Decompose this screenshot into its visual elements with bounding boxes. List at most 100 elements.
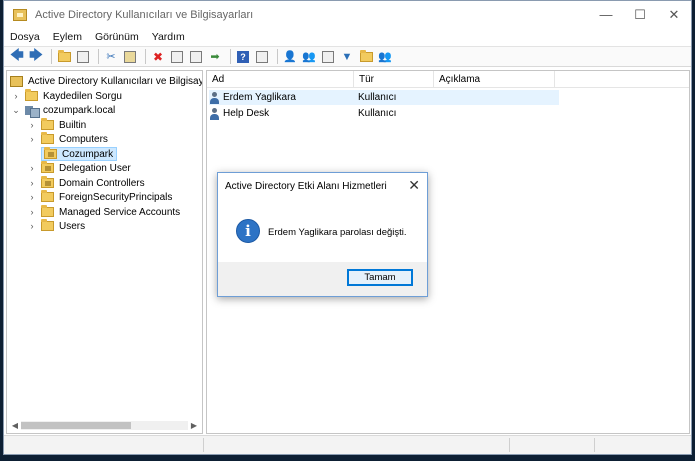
window-controls: — ☐ ✕ (589, 1, 691, 28)
up-folder-icon[interactable] (56, 49, 72, 65)
find-icon[interactable] (358, 49, 374, 65)
toolbar-separator (98, 49, 99, 64)
chevron-right-icon[interactable]: › (11, 91, 21, 101)
ou-folder-icon (44, 147, 57, 159)
window-title: Active Directory Kullanıcıları ve Bilgis… (35, 8, 254, 21)
info-icon: i (236, 219, 260, 243)
menu-yardim[interactable]: Yardım (152, 31, 185, 43)
toolbar: 🡄 🡆 ✂ ✖ ➡ ? 👤 👥 ▼ 👥 (4, 46, 691, 67)
scroll-left-icon[interactable]: ◀ (9, 421, 21, 430)
dialog-close-icon[interactable]: ✕ (408, 177, 420, 194)
folder-icon (41, 219, 54, 231)
dialog-title: Active Directory Etki Alanı Hizmetleri (225, 181, 387, 192)
status-cell (509, 438, 594, 452)
menu-gorunum[interactable]: Görünüm (95, 31, 139, 43)
chevron-right-icon[interactable]: › (27, 134, 37, 144)
add-user-icon[interactable]: 👤 (282, 49, 298, 65)
toolbar-separator (145, 49, 146, 64)
menu-bar: Dosya Eylem Görünüm Yardım (4, 28, 691, 45)
tree-item-builtin[interactable]: › Builtin (27, 118, 86, 132)
selected-node[interactable]: Cozumpark (41, 147, 118, 161)
column-header-name[interactable]: Ad (207, 71, 354, 88)
show-pane-icon[interactable] (254, 49, 270, 65)
ok-button[interactable]: Tamam (347, 269, 413, 286)
ad-app-icon (13, 8, 27, 21)
tree-item-label: Managed Service Accounts (59, 206, 181, 218)
list-item[interactable]: Erdem Yaglikara Kullanıcı (209, 90, 559, 105)
tree-item-label: cozumpark.local (43, 104, 116, 116)
folder-icon (25, 89, 38, 101)
list-item-name: Help Desk (223, 108, 270, 119)
list-item-name: Erdem Yaglikara (223, 92, 296, 103)
user-icon (209, 107, 220, 120)
add-group-icon[interactable]: 👥 (301, 49, 317, 65)
help-icon[interactable]: ? (235, 49, 251, 65)
list-item[interactable]: Help Desk Kullanıcı (209, 106, 559, 121)
tree-item-label: Domain Controllers (59, 177, 145, 189)
tree-item-domain[interactable]: ⌄ cozumpark.local (11, 103, 116, 118)
toolbar-separator (277, 49, 278, 64)
title-bar: Active Directory Kullanıcıları ve Bilgis… (4, 1, 691, 28)
column-header-description[interactable]: Açıklama (434, 71, 555, 88)
tree-root[interactable]: Active Directory Kullanıcıları ve Bilgis… (10, 74, 202, 88)
back-icon[interactable]: 🡄 (9, 47, 25, 65)
properties-icon[interactable] (169, 49, 185, 65)
dialog-footer: Tamam (218, 262, 427, 296)
ou-folder-icon (41, 161, 54, 173)
delete-icon[interactable]: ✖ (150, 49, 166, 65)
add-to-group-icon[interactable]: 👥 (377, 49, 393, 65)
minimize-button[interactable]: — (589, 1, 623, 28)
list-item-type: Kullanıcı (358, 92, 397, 103)
chevron-right-icon[interactable]: › (27, 192, 37, 202)
tree-item-foreign-security-principals[interactable]: › ForeignSecurityPrincipals (27, 190, 172, 204)
column-header-type[interactable]: Tür (354, 71, 434, 88)
chevron-right-icon[interactable]: › (27, 221, 37, 231)
tree-item-label: Kaydedilen Sorgu (43, 90, 122, 102)
chevron-right-icon[interactable]: › (27, 163, 37, 173)
toolbar-separator (230, 49, 231, 64)
add-ou-icon[interactable] (320, 49, 336, 65)
tree-item-label: Builtin (59, 119, 87, 131)
paste-icon[interactable] (122, 49, 138, 65)
tree-item-managed-service-accounts[interactable]: › Managed Service Accounts (27, 205, 180, 219)
tree-item-label: Cozumpark (62, 148, 114, 160)
console-tree-icon[interactable] (75, 49, 91, 65)
chevron-right-icon[interactable]: › (27, 207, 37, 217)
chevron-down-icon[interactable]: ⌄ (11, 105, 21, 116)
menu-dosya[interactable]: Dosya (10, 31, 40, 43)
ou-folder-icon (41, 176, 54, 188)
folder-icon (41, 118, 54, 130)
toolbar-separator (51, 49, 52, 64)
folder-icon (41, 132, 54, 144)
close-button[interactable]: ✕ (657, 1, 691, 28)
tree-item-label: Delegation User (59, 162, 131, 174)
dialog-message: Erdem Yaglikara parolası değişti. (268, 227, 407, 238)
menu-eylem[interactable]: Eylem (53, 31, 82, 43)
ad-root-icon (10, 75, 23, 87)
tree-item-saved-queries[interactable]: › Kaydedilen Sorgu (11, 89, 122, 103)
tree-item-domain-controllers[interactable]: › Domain Controllers (27, 176, 145, 190)
scroll-thumb[interactable] (21, 421, 131, 429)
filter-icon[interactable]: ▼ (339, 49, 355, 65)
tree-item-users[interactable]: › Users (27, 219, 85, 233)
status-bar (4, 435, 691, 454)
scroll-right-icon[interactable]: ▶ (188, 421, 200, 430)
chevron-right-icon[interactable]: › (27, 178, 37, 188)
tree-item-cozumpark[interactable]: Cozumpark (27, 147, 118, 161)
tree-item-computers[interactable]: › Computers (27, 132, 108, 146)
tree-horizontal-scrollbar[interactable]: ◀ ▶ (9, 419, 200, 431)
maximize-button[interactable]: ☐ (623, 1, 657, 28)
cut-icon[interactable]: ✂ (103, 49, 119, 65)
tree-item-delegation-user[interactable]: › Delegation User (27, 161, 131, 175)
console-tree[interactable]: Active Directory Kullanıcıları ve Bilgis… (6, 70, 203, 434)
folder-icon (41, 190, 54, 202)
tree-item-label: Computers (59, 133, 108, 145)
export-icon[interactable]: ➡ (207, 49, 223, 65)
scroll-track[interactable] (21, 420, 188, 430)
refresh-icon[interactable] (188, 49, 204, 65)
forward-icon[interactable]: 🡆 (28, 47, 44, 65)
tree-item-label: ForeignSecurityPrincipals (59, 191, 173, 203)
tree-root-label: Active Directory Kullanıcıları ve Bilgis… (28, 75, 202, 87)
chevron-right-icon[interactable]: › (27, 120, 37, 130)
list-item-type: Kullanıcı (358, 108, 397, 119)
